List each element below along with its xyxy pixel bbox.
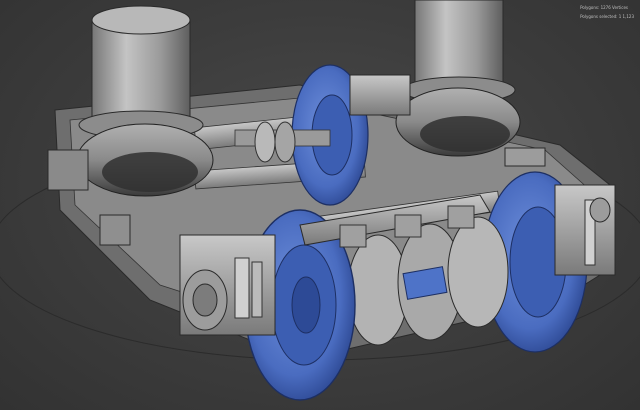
bogie-model xyxy=(0,0,640,401)
brake-disc-3 xyxy=(447,216,509,328)
3d-viewport[interactable]: Polygons: 1276 Vertices Polygons selecte… xyxy=(0,0,640,410)
viewport-stats-overlay: Polygons: 1276 Vertices Polygons selecte… xyxy=(580,3,634,21)
air-spring-right xyxy=(395,0,521,157)
axle-box-left xyxy=(179,234,276,336)
overlay-line-2: Polygons selected: 1 1,123 xyxy=(580,14,634,19)
axle-box-right xyxy=(554,184,616,276)
overlay-line-1: Polygons: 1276 Vertices xyxy=(580,5,628,10)
